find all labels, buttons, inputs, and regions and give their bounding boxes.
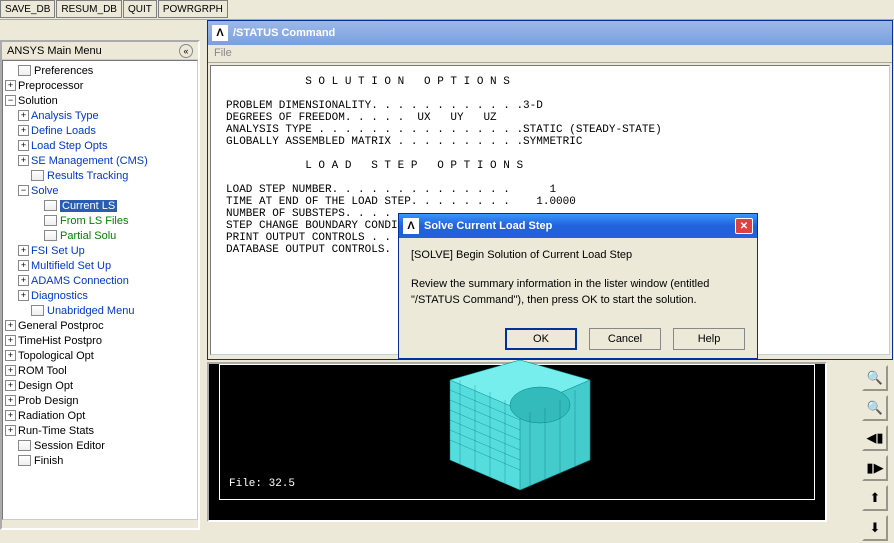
collapse-icon[interactable]: − (18, 185, 29, 196)
expand-icon[interactable]: + (5, 395, 16, 406)
menu-tree: Preferences +Preprocessor −Solution +Ana… (2, 60, 198, 520)
graphics-frame (219, 364, 815, 500)
expand-icon[interactable]: + (18, 245, 29, 256)
dialog-line1: [SOLVE] Begin Solution of Current Load S… (411, 248, 745, 263)
tree-general-postproc[interactable]: +General Postproc (5, 318, 195, 333)
expand-icon[interactable]: + (18, 140, 29, 151)
ansys-logo-icon: Λ (212, 25, 228, 41)
tree-results-tracking[interactable]: Results Tracking (5, 168, 195, 183)
expand-icon[interactable]: + (5, 335, 16, 346)
expand-icon[interactable]: + (5, 365, 16, 376)
tree-prob-design[interactable]: +Prob Design (5, 393, 195, 408)
ansys-logo-icon: Λ (403, 218, 419, 234)
expand-icon[interactable]: + (5, 320, 16, 331)
tree-define-loads[interactable]: +Define Loads (5, 123, 195, 138)
powrgrph-button[interactable]: POWRGRPH (158, 0, 228, 18)
help-button[interactable]: Help (673, 328, 745, 350)
expand-icon[interactable]: + (5, 425, 16, 436)
graphics-viewport[interactable]: File: 32.5 (207, 362, 827, 522)
dialog-title: Solve Current Load Step (424, 220, 552, 232)
tree-session-editor[interactable]: Session Editor (5, 438, 195, 453)
expand-icon[interactable]: + (5, 350, 16, 361)
mesh-model-icon (420, 360, 620, 495)
file-label: File: 32.5 (229, 478, 295, 490)
expand-icon[interactable]: + (5, 380, 16, 391)
tree-solution[interactable]: −Solution (5, 93, 195, 108)
collapse-icon[interactable]: « (179, 44, 193, 58)
dialog-line2: Review the summary information in the li… (411, 277, 745, 308)
tree-adams-connection[interactable]: +ADAMS Connection (5, 273, 195, 288)
rotate-right-button[interactable]: ▮▶ (862, 455, 888, 481)
tree-solve[interactable]: −Solve (5, 183, 195, 198)
cancel-button[interactable]: Cancel (589, 328, 661, 350)
collapse-icon[interactable]: − (5, 95, 16, 106)
main-menu-header: ANSYS Main Menu « (2, 42, 198, 60)
top-toolbar: SAVE_DB RESUM_DB QUIT POWRGRPH (0, 0, 894, 20)
expand-icon[interactable]: + (5, 80, 16, 91)
expand-icon[interactable]: + (18, 110, 29, 121)
dialog-buttons: OK Cancel Help (411, 322, 745, 350)
tree-topological-opt[interactable]: +Topological Opt (5, 348, 195, 363)
zoom-out-button[interactable]: 🔍 (862, 395, 888, 421)
tree-design-opt[interactable]: +Design Opt (5, 378, 195, 393)
tree-preprocessor[interactable]: +Preprocessor (5, 78, 195, 93)
close-icon[interactable]: ✕ (735, 218, 753, 234)
tree-diagnostics[interactable]: +Diagnostics (5, 288, 195, 303)
tree-timehist-postpro[interactable]: +TimeHist Postpro (5, 333, 195, 348)
status-title-bar[interactable]: Λ /STATUS Command (208, 21, 892, 45)
expand-icon[interactable]: + (18, 155, 29, 166)
main-menu-panel: ANSYS Main Menu « Preferences +Preproces… (0, 40, 200, 530)
pan-down-button[interactable]: ⬇ (862, 515, 888, 541)
expand-icon[interactable]: + (18, 275, 29, 286)
resum-db-button[interactable]: RESUM_DB (56, 0, 122, 18)
dialog-body: [SOLVE] Begin Solution of Current Load S… (399, 238, 757, 358)
tree-finish[interactable]: Finish (5, 453, 195, 468)
zoom-in-button[interactable]: 🔍 (862, 365, 888, 391)
expand-icon[interactable]: + (18, 125, 29, 136)
expand-icon[interactable]: + (5, 410, 16, 421)
tree-preferences[interactable]: Preferences (5, 63, 195, 78)
ok-button[interactable]: OK (505, 328, 577, 350)
tree-analysis-type[interactable]: +Analysis Type (5, 108, 195, 123)
main-menu-title: ANSYS Main Menu (7, 45, 102, 57)
tree-runtime-stats[interactable]: +Run-Time Stats (5, 423, 195, 438)
tree-multifield-setup[interactable]: +Multifield Set Up (5, 258, 195, 273)
tree-radiation-opt[interactable]: +Radiation Opt (5, 408, 195, 423)
tree-unabridged-menu[interactable]: Unabridged Menu (5, 303, 195, 318)
status-menu-bar: File (208, 45, 892, 63)
solve-dialog: Λ Solve Current Load Step ✕ [SOLVE] Begi… (398, 213, 758, 359)
save-db-button[interactable]: SAVE_DB (0, 0, 55, 18)
file-menu[interactable]: File (214, 47, 232, 59)
status-window-title: /STATUS Command (233, 27, 335, 39)
tree-from-ls-files[interactable]: From LS Files (5, 213, 195, 228)
expand-icon[interactable]: + (18, 290, 29, 301)
pan-up-button[interactable]: ⬆ (862, 485, 888, 511)
rotate-left-button[interactable]: ◀▮ (862, 425, 888, 451)
tree-se-management[interactable]: +SE Management (CMS) (5, 153, 195, 168)
tree-load-step-opts[interactable]: +Load Step Opts (5, 138, 195, 153)
tree-partial-solu[interactable]: Partial Solu (5, 228, 195, 243)
tree-rom-tool[interactable]: +ROM Tool (5, 363, 195, 378)
tree-fsi-setup[interactable]: +FSI Set Up (5, 243, 195, 258)
view-toolbar: 🔍 🔍 ◀▮ ▮▶ ⬆ ⬇ (862, 365, 892, 541)
dialog-title-bar[interactable]: Λ Solve Current Load Step ✕ (399, 214, 757, 238)
quit-button[interactable]: QUIT (123, 0, 157, 18)
expand-icon[interactable]: + (18, 260, 29, 271)
tree-current-ls[interactable]: Current LS (5, 198, 195, 213)
